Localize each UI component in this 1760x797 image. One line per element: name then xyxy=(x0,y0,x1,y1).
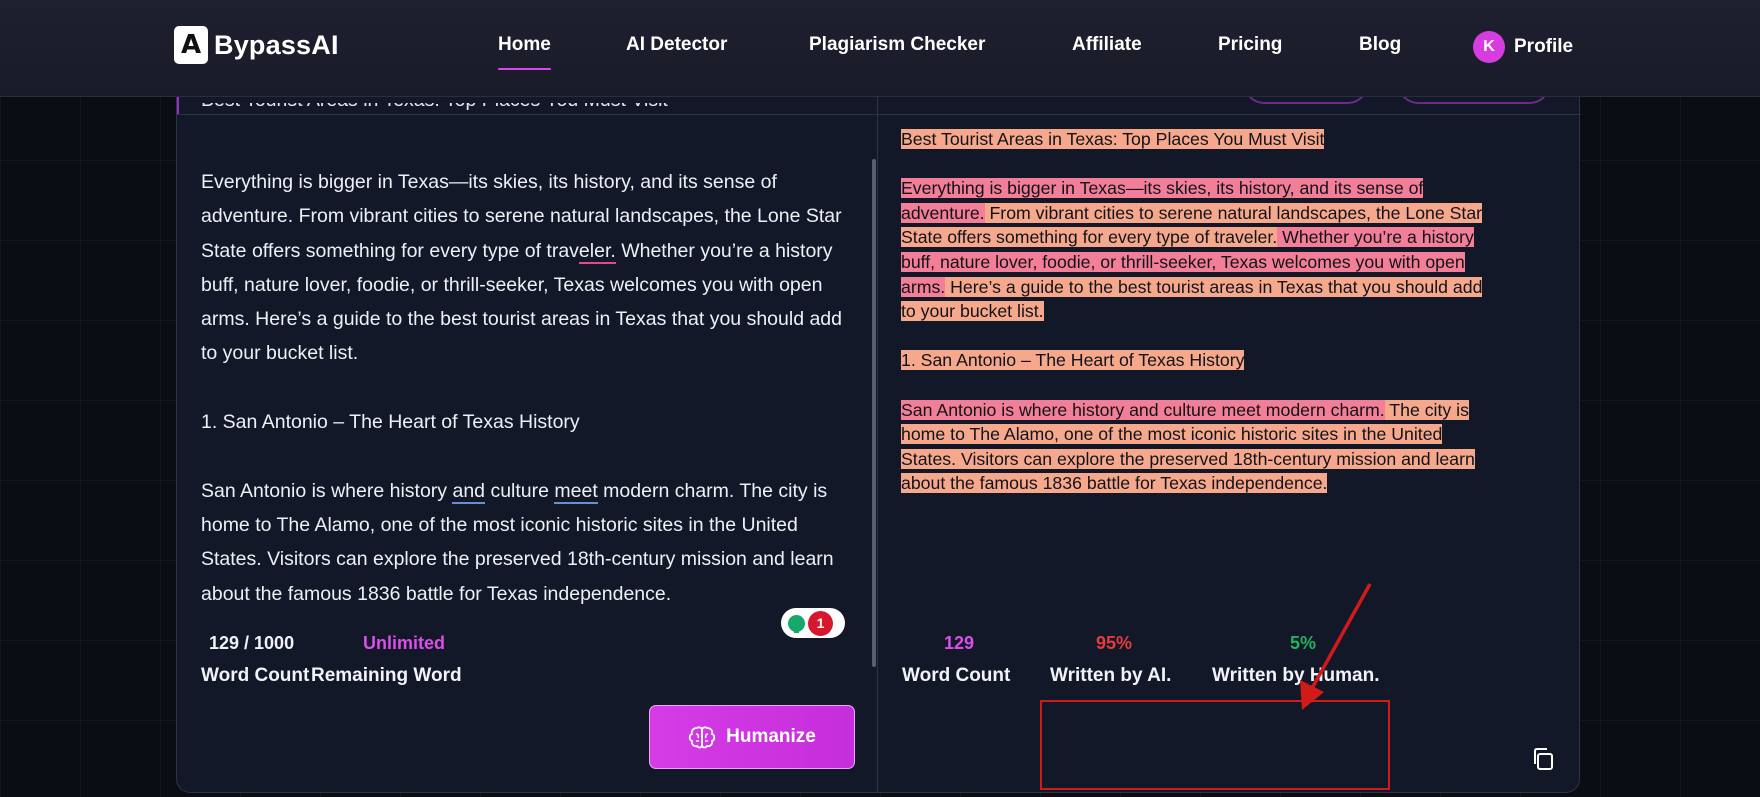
nav-plagiarism-checker[interactable]: Plagiarism Checker xyxy=(809,34,985,56)
ai-percentage-label: Written by AI. xyxy=(1050,665,1172,686)
word-count-value: 129 / 1000 xyxy=(209,633,295,653)
editor-scrollbar[interactable] xyxy=(872,159,876,667)
editor-heading: 1. San Antonio – The Heart of Texas Hist… xyxy=(201,411,580,434)
annotation-arrow-icon xyxy=(1300,583,1372,710)
divider xyxy=(177,114,877,115)
output-paragraph: Everything is bigger in Texas—its skies,… xyxy=(901,178,1483,322)
word-count-label: Word Count xyxy=(201,665,310,686)
avatar: K xyxy=(1473,31,1505,63)
output-panel: Best Tourist Areas in Texas: Top Places … xyxy=(901,127,1491,521)
ai-percentage-value: 95% xyxy=(1096,633,1133,653)
input-editor[interactable]: Everything is bigger in Texas—its skies,… xyxy=(201,165,861,645)
grammar-assistant-badge[interactable]: 1 xyxy=(781,608,845,638)
style-suggestion[interactable]: and xyxy=(452,479,486,504)
editor-paragraph: Everything is bigger in Texas—its skies,… xyxy=(201,171,842,365)
suggestion-count: 1 xyxy=(808,610,833,636)
remaining-label: Remaining Word xyxy=(311,665,462,686)
editor-paragraph: San Antonio is where history and culture… xyxy=(201,479,834,605)
grammar-suggestion[interactable]: eler. xyxy=(578,239,616,264)
top-navbar: A BypassAI Home AI Detector Plagiarism C… xyxy=(0,0,1760,97)
panel-accent xyxy=(177,97,179,115)
nav-affiliate[interactable]: Affiliate xyxy=(1072,34,1142,56)
copy-icon[interactable] xyxy=(1529,745,1557,773)
style-suggestion[interactable]: meet xyxy=(554,479,598,504)
output-word-count-label: Word Count xyxy=(902,665,1011,686)
nav-home[interactable]: Home xyxy=(498,34,551,70)
divider xyxy=(878,114,1581,115)
remaining-value: Unlimited xyxy=(363,633,446,653)
output-word-count-value: 129 xyxy=(944,633,975,653)
nav-ai-detector[interactable]: AI Detector xyxy=(626,34,727,56)
column-divider xyxy=(877,97,878,793)
brain-icon xyxy=(688,726,716,749)
profile-label: Profile xyxy=(1514,36,1574,57)
editor-scrolled-title: Best Tourist Areas in Texas: Top Places … xyxy=(201,103,841,113)
output-heading: 1. San Antonio – The Heart of Texas Hist… xyxy=(901,350,1245,371)
output-paragraph: San Antonio is where history and culture… xyxy=(901,399,1475,494)
humanize-label: Humanize xyxy=(726,726,816,747)
nav-blog[interactable]: Blog xyxy=(1359,34,1401,56)
humanize-button[interactable]: Humanize xyxy=(649,705,855,769)
lightbulb-icon xyxy=(788,614,805,633)
output-title: Best Tourist Areas in Texas: Top Places … xyxy=(901,129,1325,149)
profile-menu[interactable]: K Profile xyxy=(1473,31,1573,63)
nav-pricing[interactable]: Pricing xyxy=(1218,34,1282,56)
